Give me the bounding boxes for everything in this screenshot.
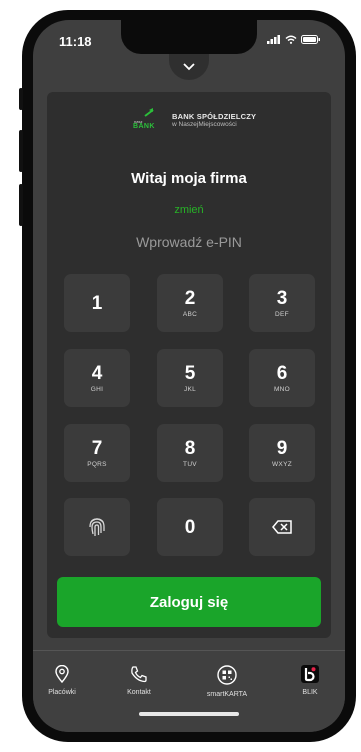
tab-placowki[interactable]: Placówki — [33, 665, 97, 696]
bottom-nav: Placówki Kontakt smartKARTA BLIK — [33, 650, 345, 732]
pin-prompt: Wprowadź e-PIN — [136, 234, 242, 250]
battery-icon — [301, 35, 320, 44]
bank-name-line2: w NaszejMiejscowości — [172, 121, 237, 128]
status-time: 11:18 — [59, 34, 92, 49]
keypad-key-0[interactable]: 0 — [157, 498, 223, 556]
chevron-down-icon — [183, 63, 195, 71]
key-digit: 9 — [276, 437, 288, 459]
phone-side-button — [19, 88, 23, 110]
logo-mark-text: BANK — [133, 123, 155, 130]
phone-icon — [131, 666, 147, 683]
login-button[interactable]: Zaloguj się — [57, 577, 321, 627]
status-icons — [267, 35, 321, 44]
tab-label: smartKARTA — [206, 691, 248, 698]
key-digit: 6 — [276, 362, 288, 384]
key-digit: 5 — [184, 362, 196, 384]
home-indicator — [139, 712, 239, 716]
key-letters: ABC — [182, 310, 198, 318]
app-screen: 11:18 nasz BANK BANK SPÓŁDZIELCZY w Nasz… — [33, 20, 345, 732]
keypad-key-1[interactable]: 1 — [64, 274, 130, 332]
key-digit: 3 — [276, 287, 288, 309]
fingerprint-icon — [89, 518, 105, 536]
tab-label: Placówki — [48, 689, 76, 696]
blik-icon — [301, 665, 319, 683]
bank-logo-mark: nasz BANK — [133, 108, 167, 132]
key-letters: JKL — [183, 385, 197, 393]
keypad-key-3[interactable]: 3 DEF — [249, 274, 315, 332]
tab-label: BLIK — [302, 689, 318, 696]
phone-side-button — [19, 184, 23, 226]
location-pin-icon — [55, 665, 69, 683]
key-letters: WXYZ — [272, 460, 292, 468]
fingerprint-button[interactable] — [64, 498, 130, 556]
key-letters: DEF — [275, 310, 289, 318]
login-card: nasz BANK BANK SPÓŁDZIELCZY w NaszejMiej… — [47, 92, 331, 638]
change-user-link[interactable]: zmień — [47, 204, 331, 216]
phone-notch — [121, 20, 257, 54]
keypad-key-5[interactable]: 5 JKL — [157, 349, 223, 407]
key-digit: 4 — [91, 362, 103, 384]
tab-blik[interactable]: BLIK — [275, 665, 345, 696]
key-letters: GHI — [90, 385, 104, 393]
keypad-key-9[interactable]: 9 WXYZ — [249, 424, 315, 482]
backspace-icon — [272, 520, 292, 534]
key-letters: MNO — [273, 385, 291, 393]
keypad-key-4[interactable]: 4 GHI — [64, 349, 130, 407]
key-digit: 2 — [184, 287, 196, 309]
key-digit: 7 — [91, 437, 103, 459]
bank-name-line1: BANK SPÓŁDZIELCZY — [172, 112, 257, 121]
keypad-key-6[interactable]: 6 MNO — [249, 349, 315, 407]
collapse-tab[interactable] — [169, 54, 209, 80]
key-digit: 0 — [184, 516, 196, 538]
tab-kontakt[interactable]: Kontakt — [104, 665, 174, 696]
key-letters: TUV — [183, 460, 197, 468]
tab-label: Kontakt — [127, 689, 151, 696]
keypad-key-7[interactable]: 7 PQRS — [64, 424, 130, 482]
keypad-key-8[interactable]: 8 TUV — [157, 424, 223, 482]
signal-icon — [267, 35, 280, 44]
key-digit: 1 — [91, 292, 103, 314]
keypad-key-2[interactable]: 2 ABC — [157, 274, 223, 332]
phone-side-button — [19, 130, 23, 172]
qr-card-icon — [217, 665, 237, 685]
wifi-icon — [285, 35, 297, 44]
bank-name: BANK SPÓŁDZIELCZY w NaszejMiejscowości — [172, 112, 256, 128]
tab-smartkarta[interactable]: smartKARTA — [192, 665, 262, 698]
key-letters: PQRS — [87, 460, 107, 468]
greeting-title: Witaj moja firma — [131, 170, 247, 187]
key-digit: 8 — [184, 437, 196, 459]
bank-logo: nasz BANK BANK SPÓŁDZIELCZY w NaszejMiej… — [133, 108, 256, 132]
backspace-button[interactable] — [249, 498, 315, 556]
